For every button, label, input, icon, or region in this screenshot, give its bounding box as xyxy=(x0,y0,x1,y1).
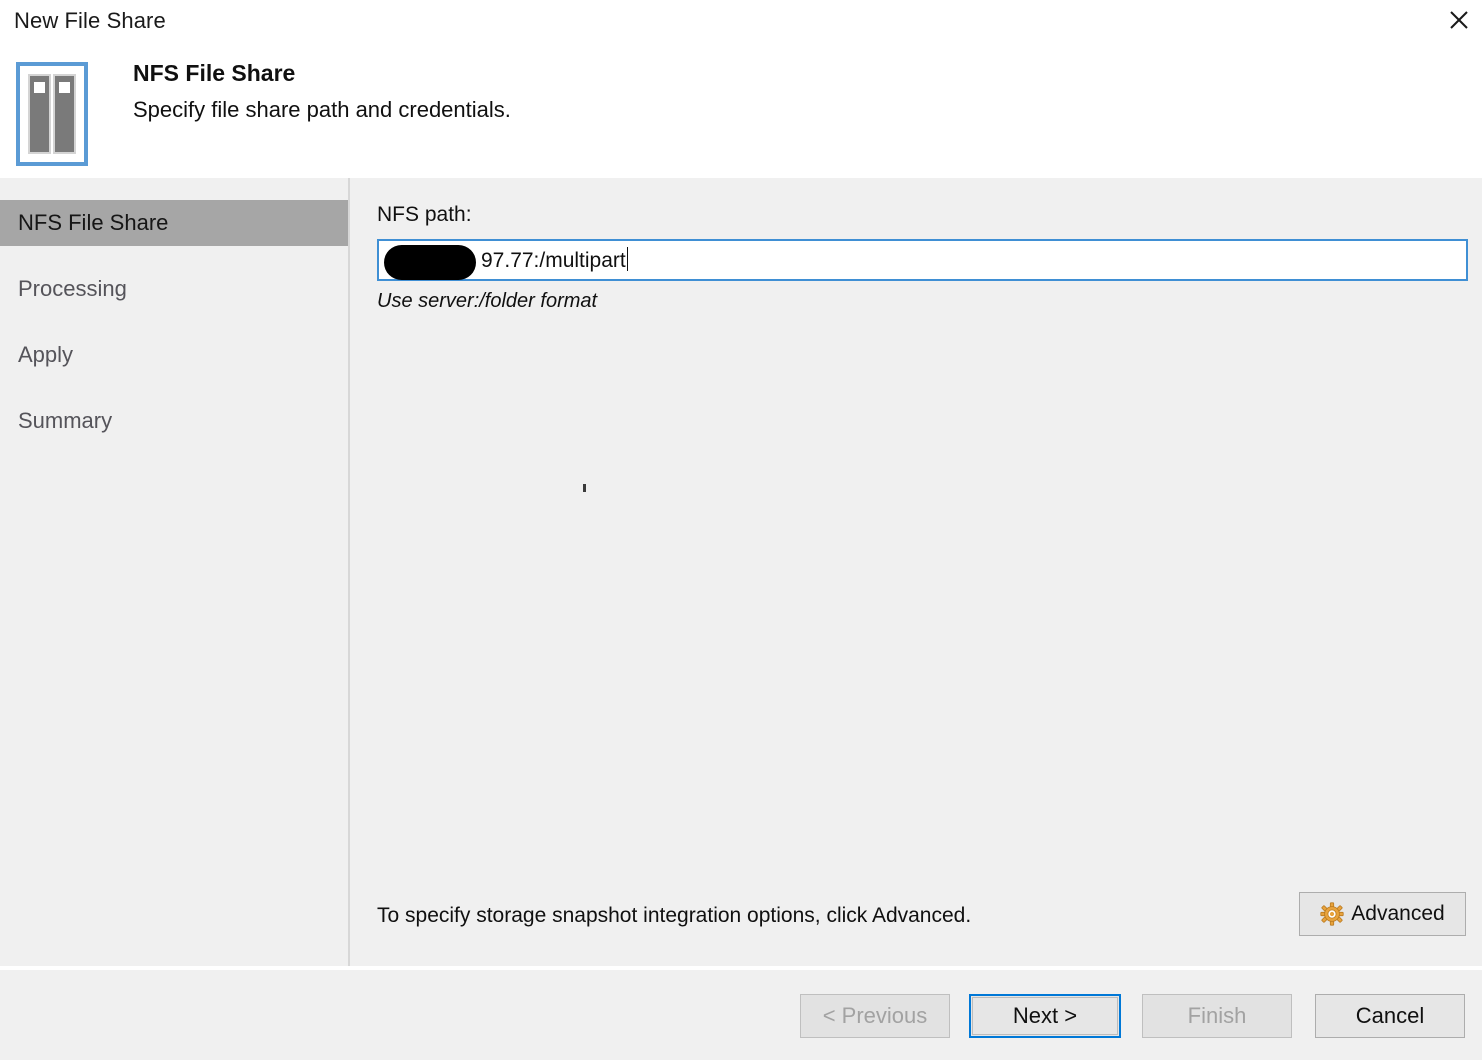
content-pane: NFS path: 97.77:/multipart Use server:/f… xyxy=(350,178,1482,968)
advanced-note: To specify storage snapshot integration … xyxy=(377,904,972,927)
text-caret xyxy=(626,247,628,271)
sidebar-item-label: Apply xyxy=(18,342,74,367)
page-subtitle: Specify file share path and credentials. xyxy=(133,97,511,122)
wizard-header: NFS File Share Specify file share path a… xyxy=(0,44,1482,178)
page-title: NFS File Share xyxy=(133,60,296,86)
gear-icon xyxy=(1320,902,1344,926)
nfs-path-hint: Use server:/folder format xyxy=(377,290,598,312)
close-icon xyxy=(1447,8,1471,32)
sidebar-item-summary[interactable]: Summary xyxy=(0,398,348,444)
nfs-path-input[interactable]: 97.77:/multipart xyxy=(377,239,1468,281)
next-button[interactable]: Next > xyxy=(969,994,1121,1038)
window-title: New File Share xyxy=(14,8,166,33)
sidebar-item-nfs-file-share[interactable]: NFS File Share xyxy=(0,200,348,246)
sidebar-item-apply[interactable]: Apply xyxy=(0,332,348,378)
wizard-steps-sidebar: NFS File Share Processing Apply Summary xyxy=(0,178,348,968)
finish-button[interactable]: Finish xyxy=(1142,994,1292,1038)
advanced-button-label: Advanced xyxy=(1351,902,1445,925)
stray-caret-artifact xyxy=(583,484,586,492)
new-file-share-wizard: New File Share NFS File Share Specify fi xyxy=(0,0,1482,1060)
nfs-path-value: 97.77:/multipart xyxy=(481,247,628,272)
file-share-icon xyxy=(14,60,90,168)
advanced-button[interactable]: Advanced xyxy=(1299,892,1466,936)
wizard-body: NFS File Share Processing Apply Summary … xyxy=(0,178,1482,968)
nfs-path-label: NFS path: xyxy=(377,203,472,226)
sidebar-item-label: Processing xyxy=(18,276,127,301)
wizard-footer: < Previous Next > Finish Cancel xyxy=(0,970,1482,1060)
previous-button[interactable]: < Previous xyxy=(800,994,950,1038)
title-bar: New File Share xyxy=(0,0,1482,44)
close-button[interactable] xyxy=(1436,0,1482,40)
sidebar-item-label: NFS File Share xyxy=(18,210,169,235)
redaction-blob xyxy=(384,245,476,280)
sidebar-item-processing[interactable]: Processing xyxy=(0,266,348,312)
cancel-button[interactable]: Cancel xyxy=(1315,994,1465,1038)
sidebar-item-label: Summary xyxy=(18,408,113,433)
